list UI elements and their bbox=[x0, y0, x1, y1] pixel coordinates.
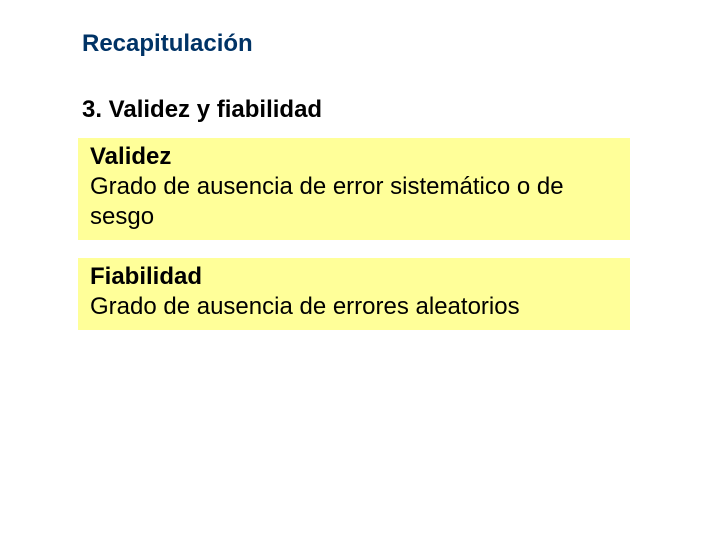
slide-title: Recapitulación bbox=[82, 30, 720, 58]
definition-text: Grado de ausencia de errores aleatorios bbox=[90, 292, 618, 322]
definition-box-validez: Validez Grado de ausencia de error siste… bbox=[78, 138, 630, 240]
definition-text: Grado de ausencia de error sistemático o… bbox=[90, 172, 618, 232]
definition-term: Fiabilidad bbox=[90, 262, 618, 292]
slide: Recapitulación 3. Validez y fiabilidad V… bbox=[0, 0, 720, 540]
definition-box-fiabilidad: Fiabilidad Grado de ausencia de errores … bbox=[78, 258, 630, 330]
section-heading: 3. Validez y fiabilidad bbox=[82, 96, 720, 124]
definition-term: Validez bbox=[90, 142, 618, 172]
